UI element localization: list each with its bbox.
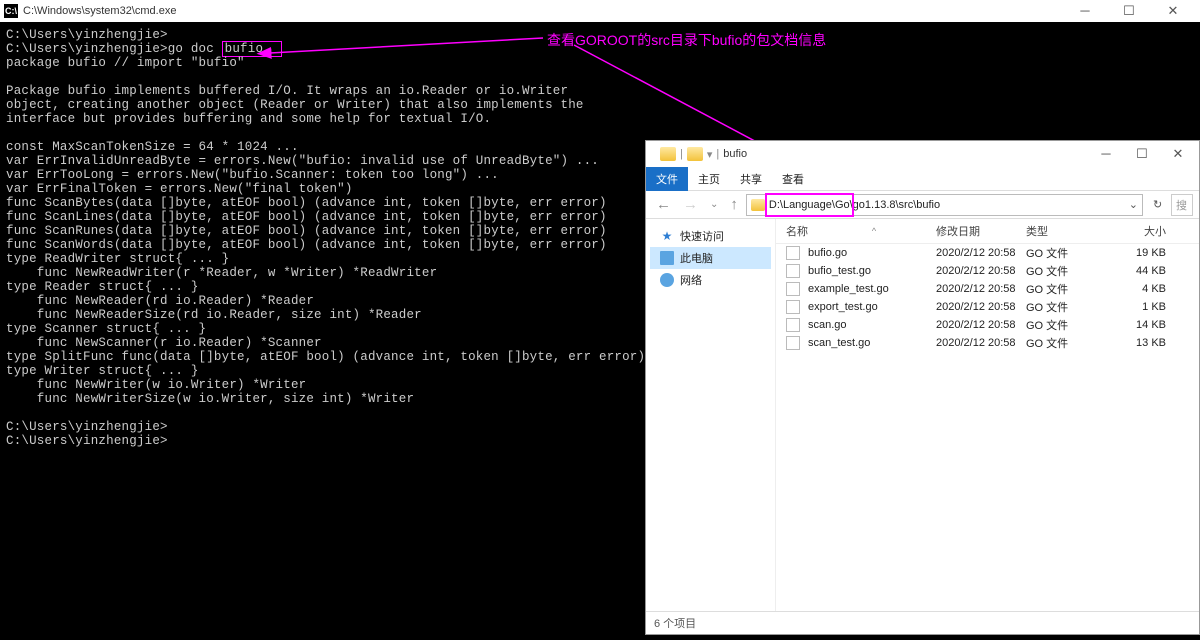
forward-button[interactable]: → bbox=[679, 196, 702, 213]
explorer-content: ★ 快速访问 此电脑 网络 名称 ^ 修改日期 类型 大小 bbox=[646, 219, 1199, 611]
file-row[interactable]: example_test.go 2020/2/12 20:58GO 文件4 KB bbox=[776, 280, 1199, 298]
file-icon bbox=[786, 246, 800, 260]
explorer-title: bufio bbox=[723, 148, 747, 160]
file-date: 2020/2/12 20:58 bbox=[936, 283, 1026, 295]
explorer-sidebar: ★ 快速访问 此电脑 网络 bbox=[646, 219, 776, 611]
folder-icon bbox=[687, 147, 703, 161]
pc-icon bbox=[660, 251, 674, 265]
file-date: 2020/2/12 20:58 bbox=[936, 319, 1026, 331]
explorer-titlebar[interactable]: | ▾ | bufio ─ ☐ ✕ bbox=[646, 141, 1199, 167]
file-type: GO 文件 bbox=[1026, 245, 1106, 261]
file-size: 14 KB bbox=[1106, 319, 1176, 331]
file-date: 2020/2/12 20:58 bbox=[936, 301, 1026, 313]
file-header: 名称 ^ 修改日期 类型 大小 bbox=[776, 219, 1199, 244]
file-size: 4 KB bbox=[1106, 283, 1176, 295]
file-row[interactable]: scan.go 2020/2/12 20:58GO 文件14 KB bbox=[776, 316, 1199, 334]
sort-indicator: ^ bbox=[872, 226, 876, 236]
file-icon bbox=[786, 282, 800, 296]
file-icon bbox=[786, 336, 800, 350]
file-name: export_test.go bbox=[808, 301, 878, 313]
ribbon-file-tab[interactable]: 文件 bbox=[646, 167, 688, 191]
folder-icon bbox=[660, 147, 676, 161]
maximize-button[interactable]: ☐ bbox=[1114, 3, 1144, 19]
file-row[interactable]: export_test.go 2020/2/12 20:58GO 文件1 KB bbox=[776, 298, 1199, 316]
sidebar-network[interactable]: 网络 bbox=[650, 269, 771, 291]
explorer-address-row: ← → ⌄ ↑ D:\Language\Go\go1.13.8\src\bufi… bbox=[646, 191, 1199, 219]
file-name: bufio.go bbox=[808, 247, 847, 259]
col-date[interactable]: 修改日期 bbox=[936, 223, 1026, 239]
ribbon-home-tab[interactable]: 主页 bbox=[688, 167, 730, 191]
cmd-output: package bufio // import "bufio" Package … bbox=[6, 56, 645, 406]
file-icon bbox=[786, 300, 800, 314]
prompt-line: C:\Users\yinzhengjie> bbox=[6, 28, 168, 42]
refresh-button[interactable]: ↻ bbox=[1147, 198, 1167, 211]
star-icon: ★ bbox=[660, 229, 674, 243]
folder-icon bbox=[751, 199, 765, 211]
file-date: 2020/2/12 20:58 bbox=[936, 337, 1026, 349]
sidebar-this-pc[interactable]: 此电脑 bbox=[650, 247, 771, 269]
back-button[interactable]: ← bbox=[652, 196, 675, 213]
file-row[interactable]: scan_test.go 2020/2/12 20:58GO 文件13 KB bbox=[776, 334, 1199, 352]
sidebar-quick-access[interactable]: ★ 快速访问 bbox=[650, 225, 771, 247]
sidebar-label: 网络 bbox=[680, 272, 702, 288]
cmd-window-controls: ─ ☐ ✕ bbox=[1070, 3, 1196, 19]
file-pane: 名称 ^ 修改日期 类型 大小 bufio.go2020/2/12 20:58G… bbox=[776, 219, 1199, 611]
explorer-window-controls: ─ ☐ ✕ bbox=[1091, 146, 1193, 162]
file-icon bbox=[786, 264, 800, 278]
up-button[interactable]: ↑ bbox=[726, 196, 742, 213]
file-type: GO 文件 bbox=[1026, 281, 1106, 297]
close-button[interactable]: ✕ bbox=[1158, 3, 1188, 19]
cmd-icon: C:\ bbox=[4, 4, 18, 18]
explorer-tab[interactable]: | ▾ | bufio bbox=[652, 145, 755, 163]
highlighted-argument: bufio bbox=[222, 41, 282, 57]
file-type: GO 文件 bbox=[1026, 317, 1106, 333]
file-size: 19 KB bbox=[1106, 247, 1176, 259]
explorer-window: | ▾ | bufio ─ ☐ ✕ 文件 主页 共享 查看 ← → ⌄ ↑ D:… bbox=[645, 140, 1200, 635]
maximize-button[interactable]: ☐ bbox=[1127, 146, 1157, 162]
sidebar-label: 快速访问 bbox=[680, 228, 724, 244]
col-type[interactable]: 类型 bbox=[1026, 223, 1106, 239]
minimize-button[interactable]: ─ bbox=[1091, 146, 1121, 162]
ribbon-share-tab[interactable]: 共享 bbox=[730, 167, 772, 191]
file-row[interactable]: bufio_test.go 2020/2/12 20:58GO 文件44 KB bbox=[776, 262, 1199, 280]
sidebar-label: 此电脑 bbox=[680, 250, 713, 266]
prompt-line: C:\Users\yinzhengjie> bbox=[6, 434, 168, 448]
file-icon bbox=[786, 318, 800, 332]
history-dropdown-icon[interactable]: ⌄ bbox=[1129, 198, 1138, 211]
file-date: 2020/2/12 20:58 bbox=[936, 265, 1026, 277]
address-text[interactable]: D:\Language\Go\go1.13.8\src\bufio bbox=[769, 199, 940, 211]
cmd-titlebar[interactable]: C:\ C:\Windows\system32\cmd.exe ─ ☐ ✕ bbox=[0, 0, 1200, 22]
col-name[interactable]: 名称 ^ bbox=[776, 223, 936, 239]
network-icon bbox=[660, 273, 674, 287]
file-name: scan_test.go bbox=[808, 337, 870, 349]
file-size: 13 KB bbox=[1106, 337, 1176, 349]
file-type: GO 文件 bbox=[1026, 299, 1106, 315]
file-name: bufio_test.go bbox=[808, 265, 871, 277]
file-name: scan.go bbox=[808, 319, 847, 331]
col-size[interactable]: 大小 bbox=[1106, 223, 1176, 239]
explorer-statusbar: 6 个项目 bbox=[646, 611, 1199, 634]
minimize-button[interactable]: ─ bbox=[1070, 3, 1100, 19]
search-input[interactable]: 搜 bbox=[1171, 194, 1193, 216]
prompt-line: C:\Users\yinzhengjie>go doc bbox=[6, 42, 222, 56]
annotation-text: 查看GOROOT的src目录下bufio的包文档信息 bbox=[547, 30, 826, 50]
explorer-ribbon: 文件 主页 共享 查看 bbox=[646, 167, 1199, 191]
file-type: GO 文件 bbox=[1026, 335, 1106, 351]
close-button[interactable]: ✕ bbox=[1163, 146, 1193, 162]
file-size: 1 KB bbox=[1106, 301, 1176, 313]
cmd-title: C:\Windows\system32\cmd.exe bbox=[23, 5, 1070, 17]
file-list[interactable]: bufio.go2020/2/12 20:58GO 文件19 KBbufio_t… bbox=[776, 244, 1199, 352]
file-date: 2020/2/12 20:58 bbox=[936, 247, 1026, 259]
prompt-line: C:\Users\yinzhengjie> bbox=[6, 420, 168, 434]
recent-dropdown[interactable]: ⌄ bbox=[706, 199, 722, 210]
ribbon-view-tab[interactable]: 查看 bbox=[772, 167, 814, 191]
file-type: GO 文件 bbox=[1026, 263, 1106, 279]
file-size: 44 KB bbox=[1106, 265, 1176, 277]
address-bar[interactable]: D:\Language\Go\go1.13.8\src\bufio ⌄ bbox=[746, 194, 1143, 216]
file-row[interactable]: bufio.go 2020/2/12 20:58GO 文件19 KB bbox=[776, 244, 1199, 262]
file-name: example_test.go bbox=[808, 283, 889, 295]
